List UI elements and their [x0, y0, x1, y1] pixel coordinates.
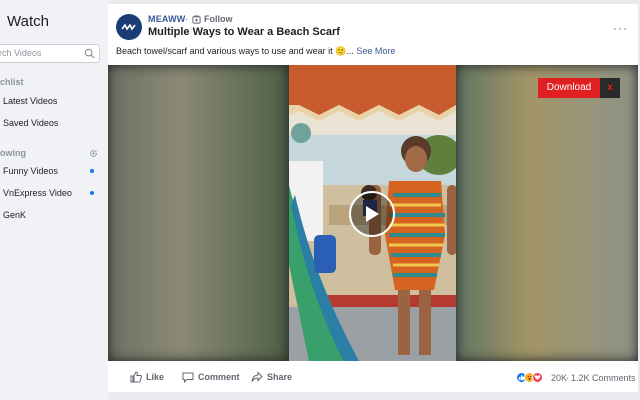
sidebar-item-label: VnExpress Video — [3, 188, 72, 198]
comment-button[interactable]: Comment — [182, 371, 240, 383]
section-label-watchlist: chlist — [0, 77, 24, 87]
download-button[interactable]: Download — [538, 78, 600, 98]
caption-text: Beach towel/scarf and various ways to us… — [116, 46, 354, 56]
video-player[interactable]: Download x — [108, 65, 638, 361]
follow-button[interactable]: Follow — [192, 13, 233, 25]
post-actions-bar: Like Comment Share 20K · 1.2K Comments — [108, 364, 638, 392]
share-button[interactable]: Share — [251, 371, 292, 383]
sidebar-title: Watch — [7, 13, 49, 30]
sidebar-item-label: GenK — [3, 210, 27, 220]
close-download-button[interactable]: x — [600, 78, 620, 98]
follow-icon — [192, 14, 201, 24]
share-icon — [251, 371, 263, 382]
sidebar-item-genk[interactable]: GenK — [3, 207, 103, 223]
sidebar-item-saved-videos[interactable]: Saved Videos — [3, 115, 103, 131]
separator-dot: · — [185, 14, 188, 24]
sidebar-item-vnexpress-video[interactable]: VnExpress Video — [3, 185, 103, 201]
comment-icon — [182, 372, 194, 383]
post-caption: Beach towel/scarf and various ways to us… — [116, 46, 395, 57]
sidebar: Watch rch Videos chlist Latest Videos Sa… — [0, 0, 108, 400]
gear-icon[interactable] — [89, 149, 98, 158]
love-reaction-icon — [532, 372, 543, 383]
like-button[interactable]: Like — [130, 371, 164, 383]
new-indicator-dot — [90, 191, 94, 195]
reactions-summary[interactable] — [516, 372, 543, 383]
video-blur-left — [108, 65, 288, 361]
thumbs-up-icon — [130, 371, 142, 383]
sidebar-item-label: Funny Videos — [3, 166, 58, 176]
play-icon — [366, 206, 379, 222]
page-logo-icon — [121, 23, 136, 31]
play-button[interactable] — [349, 191, 395, 237]
share-label: Share — [267, 372, 293, 382]
sidebar-item-label: Latest Videos — [3, 96, 58, 106]
follow-label: Follow — [204, 14, 233, 24]
section-label-following: owing — [0, 148, 26, 158]
comment-label: Comment — [198, 372, 240, 382]
separator-dot: · — [566, 373, 569, 383]
post-title[interactable]: Multiple Ways to Wear a Beach Scarf — [148, 26, 340, 38]
search-placeholder: rch Videos — [0, 48, 42, 58]
search-icon[interactable] — [84, 48, 95, 59]
like-label: Like — [146, 372, 165, 382]
avatar[interactable] — [116, 14, 142, 40]
more-options-icon[interactable]: ··· — [613, 21, 628, 35]
see-more-link[interactable]: See More — [356, 46, 395, 56]
search-input[interactable]: rch Videos — [0, 44, 100, 63]
comment-count[interactable]: 1.2K Comments — [571, 373, 636, 383]
video-post-card: MEAWW · Follow Multiple Ways to Wear a B… — [108, 4, 638, 392]
reaction-count[interactable]: 20K — [551, 373, 567, 383]
sidebar-item-funny-videos[interactable]: Funny Videos — [3, 163, 103, 179]
new-indicator-dot — [90, 169, 94, 173]
page-name-link[interactable]: MEAWW — [148, 14, 186, 24]
sidebar-item-label: Saved Videos — [3, 118, 59, 128]
sidebar-item-latest-videos[interactable]: Latest Videos — [3, 93, 103, 109]
video-blur-right — [456, 65, 638, 361]
